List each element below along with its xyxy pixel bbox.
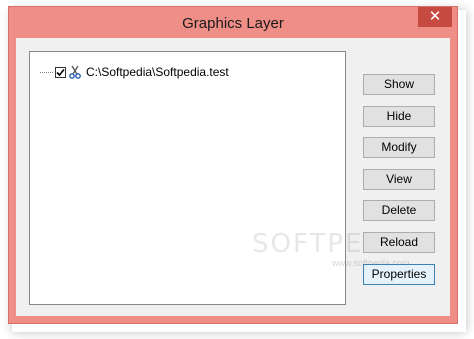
scissors-icon (69, 65, 81, 79)
client-area: C:\Softpedia\Softpedia.test SOFTPEDIA ww… (16, 38, 450, 316)
window-title: Graphics Layer (182, 15, 284, 32)
layer-checkbox[interactable] (55, 66, 66, 78)
view-button[interactable]: View (363, 169, 435, 190)
tree-connector-line (40, 71, 53, 73)
tree-item-label: C:\Softpedia\Softpedia.test (86, 65, 229, 79)
dialog-window: Graphics Layer ✕ C:\Softpedia\Softpedia.… (8, 6, 458, 324)
close-icon: ✕ (428, 8, 442, 25)
delete-button[interactable]: Delete (363, 200, 435, 221)
title-bar[interactable]: Graphics Layer ✕ (9, 7, 457, 39)
properties-button[interactable]: Properties (363, 264, 435, 285)
show-button[interactable]: Show (363, 74, 435, 95)
modify-button[interactable]: Modify (363, 137, 435, 158)
layer-tree[interactable]: C:\Softpedia\Softpedia.test (29, 51, 346, 305)
hide-button[interactable]: Hide (363, 106, 435, 127)
tree-item[interactable]: C:\Softpedia\Softpedia.test (40, 64, 229, 80)
checkmark-icon (56, 68, 65, 76)
close-button[interactable]: ✕ (418, 7, 452, 27)
reload-button[interactable]: Reload (363, 232, 435, 253)
